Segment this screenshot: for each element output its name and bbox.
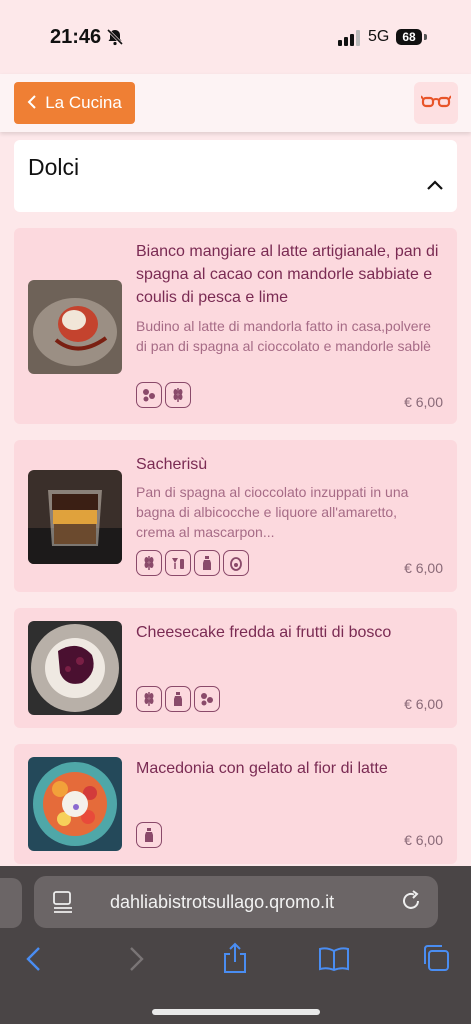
bookmarks-icon[interactable] (318, 946, 350, 977)
top-bar: La Cucina (0, 74, 471, 132)
alcohol-icon (165, 550, 191, 576)
signal-icon (338, 30, 362, 51)
chevron-up-icon[interactable] (426, 178, 444, 196)
milk-icon (194, 550, 220, 576)
menu-item-card[interactable]: Macedonia con gelato al fior di latte € … (14, 744, 457, 864)
page-menu-icon[interactable] (52, 890, 74, 919)
glasses-icon (420, 93, 452, 114)
chevron-left-icon (27, 93, 37, 114)
dish-photo (28, 757, 122, 851)
back-arrow-icon[interactable] (24, 946, 44, 977)
milk-icon (136, 822, 162, 848)
milk-icon (165, 686, 191, 712)
battery-icon: 68 (396, 29, 422, 45)
dish-name: Sacherisù (136, 456, 208, 473)
status-bar: 21:46 5G 68 (0, 0, 471, 72)
dish-price: € 6,00 (404, 832, 443, 848)
dish-name: Macedonia con gelato al fior di latte (136, 760, 388, 777)
status-time: 21:46 (50, 26, 102, 48)
dish-photo (28, 470, 122, 564)
menu-item-card[interactable]: Bianco mangiare al latte artigianale, pa… (14, 228, 457, 424)
allergen-list (136, 550, 249, 576)
dish-price: € 6,00 (404, 560, 443, 576)
dish-photo (28, 280, 122, 374)
network-type: 5G (368, 28, 390, 45)
back-button[interactable]: La Cucina (14, 82, 135, 124)
menu-item-card[interactable]: Sacherisù Pan di spagna al cioccolato in… (14, 440, 457, 592)
back-button-label: La Cucina (45, 93, 122, 112)
silent-bell-icon (106, 28, 124, 51)
tabs-icon[interactable] (422, 944, 450, 977)
allergen-list (136, 382, 191, 408)
dish-price: € 6,00 (404, 394, 443, 410)
accessibility-button[interactable] (414, 82, 458, 124)
home-indicator (152, 1009, 320, 1015)
dish-description: Pan di spagna al cioccolato inzuppati in… (136, 484, 409, 540)
reload-icon[interactable] (400, 890, 422, 917)
dish-price: € 6,00 (404, 696, 443, 712)
gluten-icon (136, 550, 162, 576)
allergen-list (136, 822, 162, 848)
address-bar[interactable]: dahliabistrotsullago.qromo.it (34, 876, 438, 928)
previous-tab-preview[interactable] (0, 878, 22, 928)
dish-description: Budino al latte di mandorla fatto in cas… (136, 318, 431, 354)
nuts-icon (136, 382, 162, 408)
menu-item-card[interactable]: Cheesecake fredda ai frutti di bosco € 6… (14, 608, 457, 728)
gluten-icon (136, 686, 162, 712)
allergen-list (136, 686, 220, 712)
dish-photo (28, 621, 122, 715)
url-text: dahliabistrotsullago.qromo.it (110, 892, 335, 912)
forward-arrow-icon (126, 946, 146, 977)
nuts-icon (194, 686, 220, 712)
dish-name: Bianco mangiare al latte artigianale, pa… (136, 243, 439, 306)
share-icon[interactable] (222, 942, 248, 979)
gluten-icon (165, 382, 191, 408)
browser-bar: dahliabistrotsullago.qromo.it (0, 866, 471, 1024)
egg-icon (223, 550, 249, 576)
category-header[interactable]: Dolci (14, 140, 457, 212)
dish-name: Cheesecake fredda ai frutti di bosco (136, 624, 392, 641)
category-title: Dolci (28, 154, 80, 180)
battery-tip (424, 34, 427, 40)
